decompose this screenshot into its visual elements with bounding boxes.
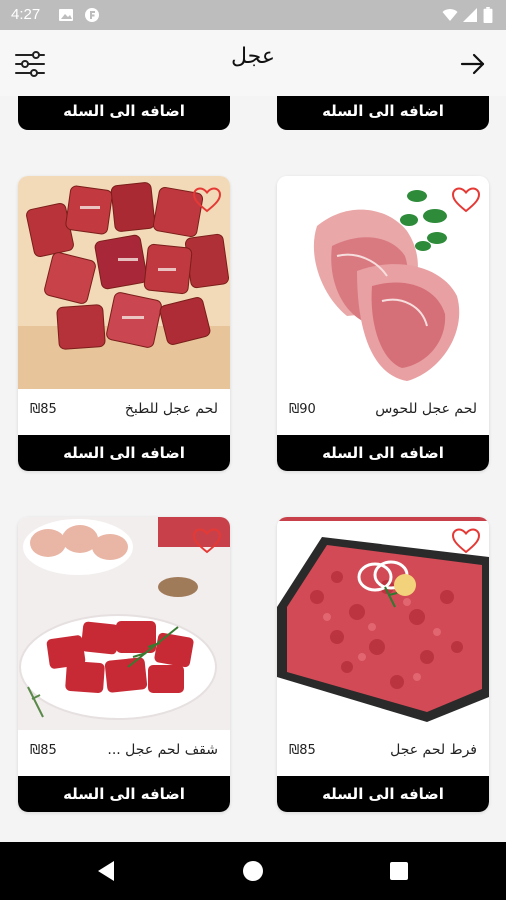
signal-icon bbox=[463, 8, 477, 22]
favorite-heart-icon[interactable] bbox=[451, 186, 481, 214]
status-time: 4:27 bbox=[11, 6, 41, 23]
favorite-heart-icon[interactable] bbox=[192, 186, 222, 214]
page-title: عجل bbox=[231, 44, 275, 69]
product-card[interactable]: لحم عجل للطبخ ₪85 اضافه الى السله bbox=[18, 176, 230, 471]
product-info: فرط لحم عجل ₪85 bbox=[277, 730, 489, 776]
product-name: لحم عجل للحوس bbox=[375, 401, 477, 417]
favorite-heart-icon[interactable] bbox=[451, 527, 481, 555]
product-name: فرط لحم عجل bbox=[390, 742, 477, 758]
product-card[interactable]: شقف لحم عجل ... ₪85 اضافه الى السله bbox=[18, 517, 230, 812]
gallery-icon bbox=[59, 9, 73, 21]
wifi-icon bbox=[442, 9, 458, 21]
battery-icon bbox=[483, 7, 493, 23]
add-to-cart-button[interactable]: اضافه الى السله bbox=[277, 435, 489, 471]
product-price: ₪90 bbox=[289, 402, 316, 417]
product-info: شقف لحم عجل ... ₪85 bbox=[18, 730, 230, 776]
product-name: لحم عجل للطبخ bbox=[124, 401, 218, 417]
product-card[interactable]: فرط لحم عجل ₪85 اضافه الى السله bbox=[277, 517, 489, 812]
product-price: ₪85 bbox=[289, 743, 316, 758]
product-info: لحم عجل للحوس ₪90 bbox=[277, 389, 489, 435]
system-nav-bar bbox=[0, 842, 506, 900]
favorite-heart-icon[interactable] bbox=[192, 527, 222, 555]
nav-home-icon[interactable] bbox=[243, 861, 263, 881]
add-to-cart-button[interactable]: اضافه الى السله bbox=[18, 96, 230, 130]
status-bar: 4:27 bbox=[0, 0, 506, 30]
nav-recents-icon[interactable] bbox=[390, 862, 408, 880]
product-card[interactable]: لحم عجل للحوس ₪90 اضافه الى السله bbox=[277, 176, 489, 471]
product-price: ₪85 bbox=[30, 402, 57, 417]
nav-back-icon[interactable] bbox=[96, 860, 116, 882]
add-to-cart-button[interactable]: اضافه الى السله bbox=[277, 776, 489, 812]
add-to-cart-button[interactable]: اضافه الى السله bbox=[277, 96, 489, 130]
product-grid[interactable]: اضافه الى السله اضافه الى السله لحم عجل … bbox=[0, 96, 506, 842]
app-notification-icon bbox=[85, 8, 99, 22]
add-to-cart-button[interactable]: اضافه الى السله bbox=[18, 435, 230, 471]
product-info: لحم عجل للطبخ ₪85 bbox=[18, 389, 230, 435]
product-price: ₪85 bbox=[30, 743, 57, 758]
product-name: شقف لحم عجل ... bbox=[107, 742, 218, 758]
add-to-cart-button[interactable]: اضافه الى السله bbox=[18, 776, 230, 812]
app-bar: عجل bbox=[0, 30, 506, 96]
arrow-forward-icon[interactable] bbox=[460, 52, 486, 76]
